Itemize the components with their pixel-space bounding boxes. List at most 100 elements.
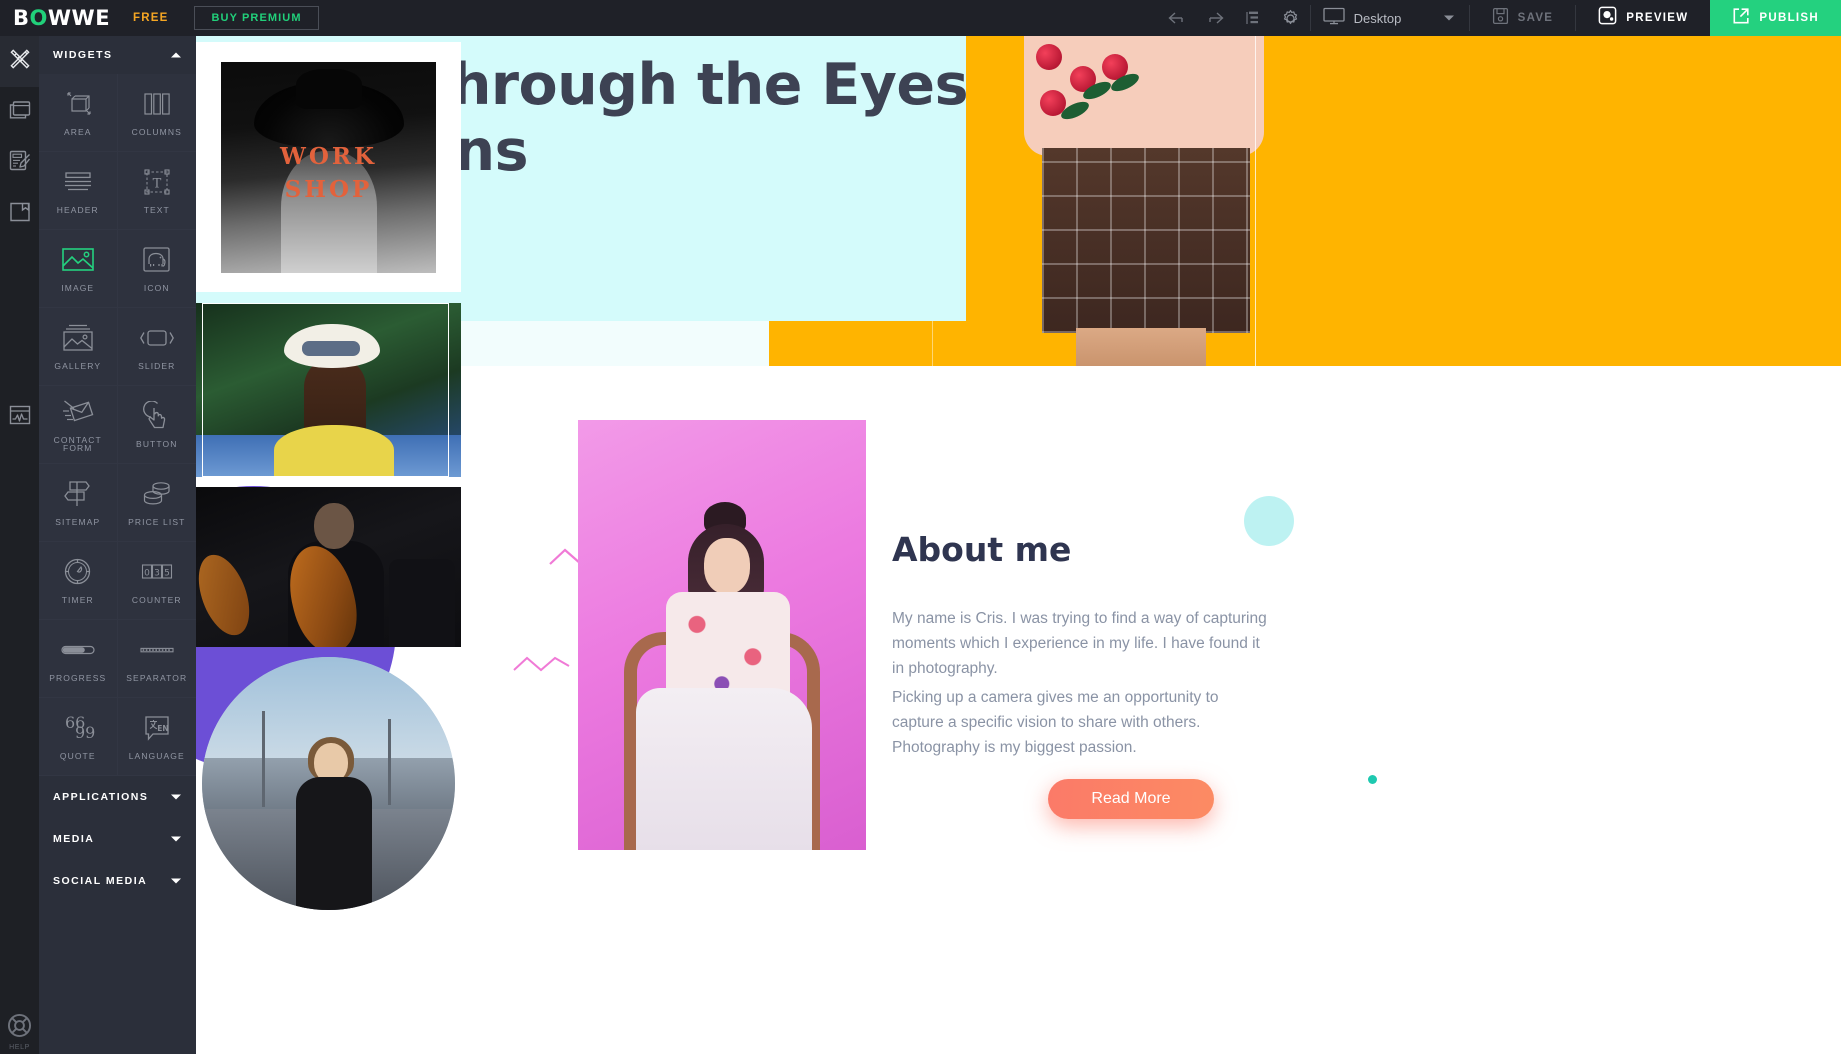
device-selector[interactable]: Desktop — [1311, 0, 1469, 36]
widget-label: PRICE LIST — [128, 516, 186, 527]
undo-button[interactable] — [1158, 0, 1196, 36]
eye-icon — [1598, 6, 1617, 30]
chevron-down-icon — [170, 788, 182, 806]
widget-icon[interactable]: ICON — [117, 230, 196, 308]
about-title: About me — [892, 530, 1072, 569]
rail-item-files[interactable] — [0, 189, 39, 240]
desktop-monitor-icon — [1322, 7, 1345, 30]
person-coat — [296, 777, 372, 910]
widget-label: SEPARATOR — [126, 672, 188, 683]
widget-label: TEXT — [143, 204, 170, 215]
chart-window-icon — [8, 403, 32, 432]
widget-progress[interactable]: PROGRESS — [39, 620, 118, 698]
teal-dot-decoration — [1368, 775, 1377, 784]
woman-white-hat-image[interactable] — [196, 303, 461, 477]
rail-item-pages[interactable] — [0, 87, 39, 138]
widget-timer[interactable]: TIMER — [39, 542, 118, 620]
widget-image[interactable]: IMAGE — [39, 230, 118, 308]
widget-separator[interactable]: SEPARATOR — [117, 620, 196, 698]
widgets-panel-title: WIDGETS — [53, 49, 113, 61]
language-bubble-icon: EN — [142, 713, 172, 743]
progress-bar-icon — [61, 635, 95, 665]
quote-marks-icon: 66 99 — [61, 713, 95, 743]
rail-item-content-editor[interactable] — [0, 138, 39, 189]
chevron-down-icon — [170, 830, 182, 848]
widget-grid: AREA COLUMNS HEADER T TEXT IMAGE ICON GA… — [39, 74, 196, 776]
about-portrait-photo — [578, 420, 866, 850]
rail-item-analytics[interactable] — [0, 392, 39, 443]
counter-digits-icon: 0 3 5 — [141, 557, 173, 587]
app-logo[interactable]: BOWWE — [0, 0, 115, 36]
widget-header[interactable]: HEADER — [39, 152, 118, 230]
redo-button[interactable] — [1196, 0, 1234, 36]
elephant-icon — [142, 245, 171, 275]
image-icon — [61, 245, 95, 275]
rose-petal — [1036, 44, 1062, 70]
section-social-media[interactable]: SOCIAL MEDIA — [39, 860, 196, 902]
envelope-pencil-icon — [61, 397, 95, 427]
signpost-icon — [62, 479, 94, 509]
widget-slider[interactable]: SLIDER — [117, 308, 196, 386]
widget-label: LANGUAGE — [128, 750, 185, 761]
poster-caption-line-1: WORK — [280, 142, 377, 170]
area-box-icon — [63, 89, 93, 119]
gear-icon — [1281, 9, 1300, 28]
woman-yellow-top — [274, 425, 394, 477]
widget-label: BUTTON — [136, 438, 178, 449]
settings-button[interactable] — [1272, 0, 1310, 36]
bridge-portrait-circle-image[interactable] — [196, 657, 461, 922]
widget-contact-form[interactable]: CONTACT FORM — [39, 386, 118, 464]
about-paragraph-1: My name is Cris. I was trying to find a … — [892, 610, 1267, 678]
preview-button[interactable]: PREVIEW — [1576, 0, 1710, 36]
preview-label: PREVIEW — [1626, 12, 1689, 24]
lifebuoy-icon — [7, 1013, 32, 1043]
widget-label: PROGRESS — [49, 672, 107, 683]
background-cello — [196, 548, 260, 642]
poster-caption-line-2: SHOP — [284, 175, 373, 203]
hand-click-icon — [142, 400, 171, 431]
widgets-panel-header[interactable]: WIDGETS — [39, 36, 196, 74]
widget-text[interactable]: T TEXT — [117, 152, 196, 230]
about-paragraph-2: Picking up a camera gives me an opportun… — [892, 689, 1219, 757]
workshop-poster-image[interactable]: WORK SHOP — [196, 42, 461, 292]
widget-counter[interactable]: 0 3 5 COUNTER — [117, 542, 196, 620]
widget-language[interactable]: EN LANGUAGE — [117, 698, 196, 776]
slider-icon — [139, 323, 175, 353]
save-button[interactable]: SAVE — [1470, 0, 1576, 36]
gallery-icon — [61, 323, 95, 353]
buy-premium-button[interactable]: BUY PREMIUM — [194, 6, 319, 30]
publish-button[interactable]: PUBLISH — [1710, 0, 1841, 36]
zigzag-decoration — [512, 654, 572, 679]
coins-icon — [141, 479, 173, 509]
rail-item-design-tools[interactable] — [0, 36, 39, 87]
hero-model-photo — [1024, 36, 1264, 366]
widget-quote[interactable]: 66 99 QUOTE — [39, 698, 118, 776]
model-face — [704, 538, 750, 594]
model-plaid-skirt — [1042, 148, 1250, 333]
street-lamp — [388, 719, 391, 805]
svg-text:EN: EN — [157, 724, 168, 733]
publish-label: PUBLISH — [1759, 12, 1819, 24]
widget-label: SITEMAP — [55, 516, 101, 527]
logo-text: BOWWE — [13, 6, 111, 30]
help-button[interactable]: HELP — [0, 1013, 39, 1054]
section-applications[interactable]: APPLICATIONS — [39, 776, 196, 818]
widget-columns[interactable]: COLUMNS — [117, 74, 196, 152]
chevron-down-icon — [1443, 9, 1455, 27]
external-link-icon — [1732, 7, 1750, 30]
widget-area[interactable]: AREA — [39, 74, 118, 152]
section-media[interactable]: MEDIA — [39, 818, 196, 860]
widget-button[interactable]: BUTTON — [117, 386, 196, 464]
model-floral-top — [666, 592, 790, 700]
plan-badge: FREE — [133, 12, 169, 24]
layers-button[interactable] — [1234, 0, 1272, 36]
redo-icon — [1205, 10, 1225, 26]
orchestra-cellist-image[interactable] — [196, 487, 461, 647]
widget-price-list[interactable]: PRICE LIST — [117, 464, 196, 542]
widget-label: CONTACT FORM — [53, 434, 102, 453]
svg-text:0: 0 — [144, 568, 150, 578]
widget-sitemap[interactable]: SITEMAP — [39, 464, 118, 542]
svg-text:T: T — [152, 176, 161, 191]
read-more-button[interactable]: Read More — [1048, 779, 1214, 819]
widget-gallery[interactable]: GALLERY — [39, 308, 118, 386]
